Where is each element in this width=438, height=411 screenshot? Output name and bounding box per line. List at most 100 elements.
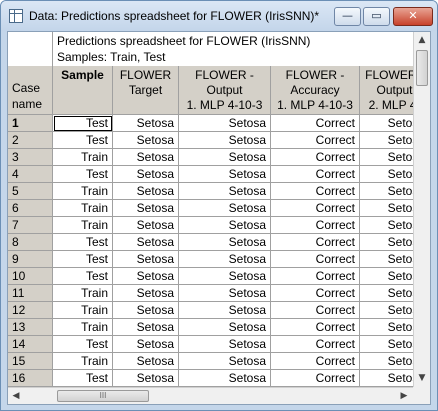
table-cell[interactable]: Correct <box>271 234 360 251</box>
table-cell[interactable]: Setosa <box>360 234 413 251</box>
table-cell[interactable]: Correct <box>271 149 360 166</box>
table-cell[interactable]: Setosa <box>360 217 413 234</box>
row-header[interactable]: 9 <box>8 251 53 268</box>
row-header[interactable]: 15 <box>8 353 53 370</box>
table-cell[interactable]: Test <box>53 336 113 353</box>
scroll-down-icon[interactable]: ▼ <box>414 370 430 386</box>
table-cell[interactable]: Correct <box>271 132 360 149</box>
scroll-left-icon[interactable]: ◀ <box>8 388 24 404</box>
table-cell[interactable]: Train <box>53 319 113 336</box>
row-header[interactable]: 13 <box>8 319 53 336</box>
table-cell[interactable]: Correct <box>271 217 360 234</box>
table-cell[interactable]: Setosa <box>179 217 271 234</box>
table-cell[interactable]: Setosa <box>113 302 179 319</box>
table-cell[interactable]: Setosa <box>360 149 413 166</box>
table-cell[interactable]: Setosa <box>179 319 271 336</box>
table-cell[interactable]: Setosa <box>113 285 179 302</box>
table-cell[interactable]: Test <box>53 132 113 149</box>
table-cell[interactable]: Setosa <box>113 166 179 183</box>
table-cell[interactable]: Test <box>53 234 113 251</box>
table-cell[interactable]: Setosa <box>113 336 179 353</box>
table-cell[interactable]: Train <box>53 353 113 370</box>
table-cell[interactable]: Setosa <box>113 200 179 217</box>
table-cell[interactable]: Correct <box>271 353 360 370</box>
row-header[interactable]: 10 <box>8 268 53 285</box>
table-cell[interactable]: Setosa <box>179 115 271 132</box>
table-cell[interactable]: Setosa <box>113 217 179 234</box>
row-header[interactable]: 5 <box>8 183 53 200</box>
table-cell[interactable]: Setosa <box>360 132 413 149</box>
scroll-right-icon[interactable]: ▶ <box>396 388 412 404</box>
row-header[interactable]: 7 <box>8 217 53 234</box>
table-cell[interactable]: Setosa <box>113 268 179 285</box>
table-cell[interactable]: Setosa <box>179 370 271 387</box>
table-cell[interactable]: Setosa <box>179 132 271 149</box>
row-header[interactable]: 6 <box>8 200 53 217</box>
column-header[interactable]: FLOWER - Output 2. MLP 4-10-3 <box>360 66 413 115</box>
table-cell[interactable]: Setosa <box>360 370 413 387</box>
table-cell[interactable]: Setosa <box>179 353 271 370</box>
vertical-scrollbar[interactable]: ▲ ▼ <box>413 32 430 387</box>
row-header[interactable]: 12 <box>8 302 53 319</box>
table-cell[interactable]: Setosa <box>360 302 413 319</box>
table-cell[interactable]: Setosa <box>360 200 413 217</box>
table-cell[interactable]: Correct <box>271 200 360 217</box>
row-header[interactable]: 8 <box>8 234 53 251</box>
table-cell[interactable]: Setosa <box>179 285 271 302</box>
table-cell[interactable]: Correct <box>271 336 360 353</box>
horizontal-scrollbar[interactable]: ◀ III ▶ <box>8 387 413 404</box>
row-header[interactable]: 11 <box>8 285 53 302</box>
table-cell[interactable]: Setosa <box>113 353 179 370</box>
table-cell[interactable]: Setosa <box>179 336 271 353</box>
table-cell[interactable]: Setosa <box>113 149 179 166</box>
table-cell[interactable]: Setosa <box>113 115 179 132</box>
table-cell[interactable]: Setosa <box>113 132 179 149</box>
table-cell[interactable]: Setosa <box>179 268 271 285</box>
table-cell[interactable]: Train <box>53 302 113 319</box>
table-cell[interactable]: Correct <box>271 319 360 336</box>
table-cell[interactable]: Train <box>53 285 113 302</box>
maximize-button[interactable]: ▭ <box>363 7 390 26</box>
table-cell[interactable]: Train <box>53 149 113 166</box>
horizontal-scroll-thumb[interactable]: III <box>57 390 149 402</box>
table-cell[interactable]: Train <box>53 183 113 200</box>
table-cell[interactable]: Setosa <box>179 183 271 200</box>
table-cell[interactable]: Correct <box>271 183 360 200</box>
table-cell[interactable]: Correct <box>271 370 360 387</box>
table-cell[interactable]: Test <box>53 251 113 268</box>
table-cell[interactable]: Setosa <box>113 234 179 251</box>
table-cell[interactable]: Setosa <box>113 183 179 200</box>
table-cell[interactable]: Test <box>53 370 113 387</box>
row-header[interactable]: 1 <box>8 115 53 132</box>
close-button[interactable]: ✕ <box>393 7 433 26</box>
table-cell[interactable]: Setosa <box>360 183 413 200</box>
table-cell[interactable]: Test <box>53 115 113 132</box>
row-header[interactable]: 3 <box>8 149 53 166</box>
table-cell[interactable]: Setosa <box>360 115 413 132</box>
size-grip[interactable] <box>413 387 430 404</box>
table-cell[interactable]: Setosa <box>179 302 271 319</box>
table-cell[interactable]: Setosa <box>113 370 179 387</box>
table-cell[interactable]: Setosa <box>360 336 413 353</box>
column-header[interactable]: Sample <box>53 66 113 115</box>
table-cell[interactable]: Test <box>53 268 113 285</box>
title-bar[interactable]: Data: Predictions spreadsheet for FLOWER… <box>1 1 437 31</box>
table-cell[interactable]: Setosa <box>179 234 271 251</box>
table-cell[interactable]: Setosa <box>179 200 271 217</box>
column-header[interactable]: FLOWER - Accuracy 1. MLP 4-10-3 <box>271 66 360 115</box>
minimize-button[interactable]: — <box>334 7 361 26</box>
table-cell[interactable]: Correct <box>271 302 360 319</box>
table-cell[interactable]: Setosa <box>113 251 179 268</box>
table-cell[interactable]: Test <box>53 166 113 183</box>
table-cell[interactable]: Setosa <box>360 353 413 370</box>
table-cell[interactable]: Correct <box>271 115 360 132</box>
row-header[interactable]: 16 <box>8 370 53 387</box>
table-cell[interactable]: Setosa <box>360 166 413 183</box>
row-header[interactable]: 2 <box>8 132 53 149</box>
table-cell[interactable]: Setosa <box>360 251 413 268</box>
table-cell[interactable]: Correct <box>271 166 360 183</box>
row-header[interactable]: 14 <box>8 336 53 353</box>
column-header[interactable]: FLOWER Target <box>113 66 179 115</box>
scroll-up-icon[interactable]: ▲ <box>414 32 430 48</box>
table-cell[interactable]: Setosa <box>179 166 271 183</box>
